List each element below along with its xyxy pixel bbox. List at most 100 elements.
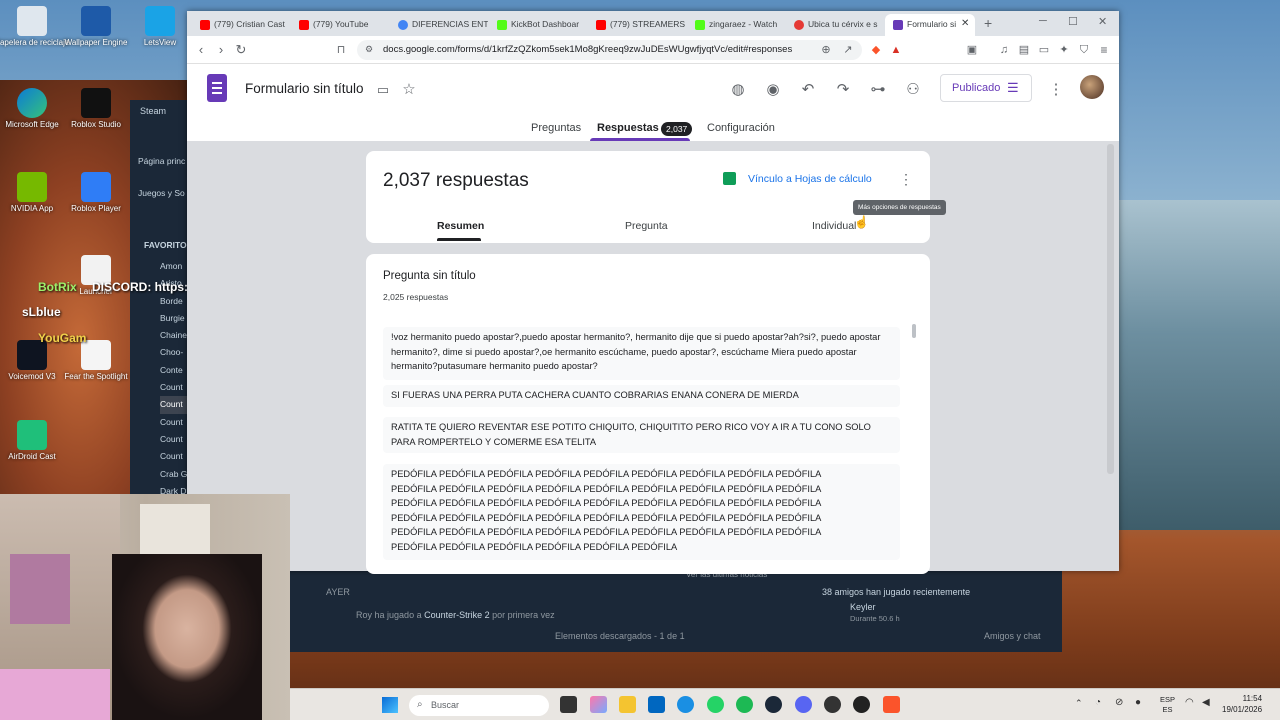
forms-logo-icon[interactable] [207,74,227,102]
redo-icon[interactable]: ↷ [832,79,854,101]
browser-tab[interactable]: zingaraez - Watch [687,14,785,36]
file-explorer-icon[interactable] [619,696,636,713]
folder-icon[interactable]: ▭ [372,79,394,101]
steam-downloads[interactable]: Elementos descargados - 1 de 1 [555,631,685,641]
undo-icon[interactable]: ↶ [797,79,819,101]
close-window-icon[interactable]: ✕ [1098,15,1107,28]
more-responses-options-icon[interactable]: ⋮ [899,171,913,188]
published-button[interactable]: Publicado ☰ [940,74,1032,102]
maximize-icon[interactable]: ☐ [1068,15,1078,28]
steam-game-item[interactable]: Burgie [160,310,187,327]
subtab-individual[interactable]: Individual [812,220,856,232]
form-title[interactable]: Formulario sin título [245,81,364,96]
browser-tab[interactable]: (779) Cristian Cast [192,14,290,36]
spotify-icon[interactable] [736,696,753,713]
clock[interactable]: 11:54 19/01/2026 [1222,693,1262,715]
browser-tab[interactable]: (779) STREAMERS [588,14,686,36]
steam-game-item[interactable]: Count [160,431,187,448]
tab-settings[interactable]: Configuración [707,122,775,134]
steam-games-link[interactable]: Juegos y So [138,188,185,198]
palette-icon[interactable]: ◍ [727,79,749,101]
browser-tab[interactable]: Ubica tu cérvix e s [786,14,884,36]
steam-game-item[interactable]: Choo- [160,344,187,361]
rewards-icon[interactable]: ▲ [887,41,905,59]
overlay-user-1: sLblue [22,305,61,319]
steam-game-item[interactable]: Borde [160,293,187,310]
close-tab-icon[interactable]: ✕ [961,18,969,29]
responses-scrollbar[interactable] [912,324,916,338]
new-tab-icon[interactable]: + [984,15,992,31]
discord-icon[interactable] [795,696,812,713]
steam-game-item[interactable]: Conte [160,362,187,379]
steam-game-item[interactable]: Count [160,414,187,431]
steam-game-item[interactable]: Crab G [160,466,187,483]
obs-icon[interactable] [824,696,841,713]
more-options-icon[interactable]: ⋮ [1045,79,1067,101]
minimize-icon[interactable]: ─ [1039,15,1047,27]
sidebar-icon[interactable]: ▤ [1015,41,1033,59]
browser-tab-active[interactable]: Formulario si ✕ [885,14,975,36]
media-icon[interactable]: ▣ [963,41,981,59]
volume-icon[interactable]: ◀ [1202,697,1210,708]
reload-icon[interactable]: ↻ [232,41,250,59]
edge-taskbar-icon[interactable] [677,696,694,713]
menu-icon[interactable]: ≡ [1095,41,1113,59]
desktop-icon-roblox-player[interactable]: Roblox Player [56,172,136,213]
link-icon[interactable]: ⊶ [867,79,889,101]
link-to-sheets[interactable]: Vínculo a Hojas de cálculo [748,173,872,185]
activity-user[interactable]: Roy [356,610,372,620]
tab-questions[interactable]: Preguntas [531,122,581,134]
whatsapp-icon[interactable] [707,696,724,713]
tray-app-icon[interactable]: ⊘ [1115,697,1123,708]
steam-game-item[interactable]: Count [160,379,187,396]
desktop-icon-roblox-studio[interactable]: Roblox Studio [56,88,136,129]
mic-icon[interactable]: ● [1135,697,1141,708]
zoom-icon[interactable]: ⊕ [817,41,835,59]
subtab-summary[interactable]: Resumen [437,220,484,232]
wallet-icon[interactable]: ▭ [1035,41,1053,59]
browser-tab[interactable]: (779) YouTube [291,14,389,36]
share-icon[interactable]: ↗ [839,41,857,59]
music-icon[interactable]: ♫ [995,41,1013,59]
steam-game-item[interactable]: Amon [160,258,187,275]
task-view-icon[interactable] [560,696,577,713]
steam-home-link[interactable]: Página princ [138,156,185,166]
start-icon[interactable] [382,697,398,713]
steam-game-item[interactable]: Count [160,396,188,414]
desktop-icon-fear-the-spotlight[interactable]: Fear the Spotlight [56,340,136,381]
store-icon[interactable] [648,696,665,713]
vpn-icon[interactable]: ⛉ [1075,41,1093,59]
forward-icon[interactable]: › [212,41,230,59]
taskbar-search[interactable]: ⌕ Buscar [409,695,549,716]
browser-tab[interactable]: KickBot Dashboar [489,14,587,36]
brave-taskbar-icon[interactable] [883,696,900,713]
steam-friend-name[interactable]: Keyler [850,602,876,612]
bookmark-icon[interactable]: ⊓ [332,41,350,59]
browser-tab[interactable]: DIFERENCIAS ENT [390,14,488,36]
brave-shield-icon[interactable]: ◆ [867,41,885,59]
page-scrollbar[interactable] [1107,144,1114,474]
steam-friends-chat[interactable]: Amigos y chat [984,631,1041,641]
subtab-question[interactable]: Pregunta [625,220,668,232]
steam-game-item[interactable]: Count [160,448,187,465]
steam-taskbar-icon[interactable] [765,696,782,713]
desktop-icon-airdroid[interactable]: AirDroid Cast [0,420,72,461]
activity-game[interactable]: Counter-Strike 2 [424,610,490,620]
preview-eye-icon[interactable]: ◉ [762,79,784,101]
language-indicator[interactable]: ESP ES [1160,695,1175,715]
app-icon[interactable] [853,696,870,713]
avatar[interactable] [1080,75,1104,99]
star-icon[interactable]: ☆ [398,79,420,101]
back-icon[interactable]: ‹ [192,41,210,59]
tray-app-icon[interactable]: ◔ [1095,697,1101,708]
steam-game-item[interactable]: Chaine [160,327,187,344]
ai-icon[interactable]: ✦ [1055,41,1073,59]
tray-chevron-icon[interactable]: ⌃ [1075,698,1083,709]
wifi-icon[interactable]: ◠ [1185,697,1194,708]
copilot-icon[interactable] [590,696,607,713]
chrome-window[interactable]: (779) Cristian Cast (779) YouTube DIFERE… [187,11,1119,574]
url-field[interactable]: ⚙ docs.google.com/forms/d/1krfZzQZkom5se… [357,40,862,60]
tab-responses[interactable]: Respuestas [597,122,659,134]
site-info-icon[interactable]: ⚙ [365,44,373,55]
add-collaborator-icon[interactable]: ⚇ [902,79,924,101]
